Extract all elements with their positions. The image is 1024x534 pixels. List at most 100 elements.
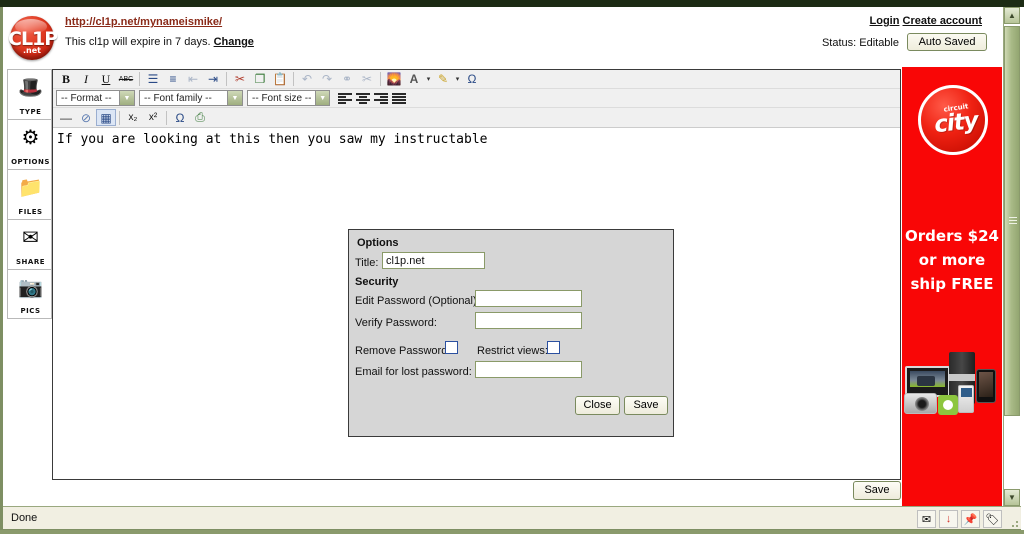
undo-icon[interactable]: ↶: [297, 71, 317, 88]
change-expiry-link[interactable]: Change: [214, 36, 254, 48]
print-icon[interactable]: ⎙: [190, 109, 210, 126]
numbered-list-icon[interactable]: ≡: [163, 71, 183, 88]
bold-icon[interactable]: B: [56, 71, 76, 88]
text-color-icon[interactable]: A: [404, 71, 424, 88]
restrict-views-checkbox[interactable]: [547, 341, 560, 354]
horizontal-rule-icon[interactable]: —: [56, 109, 76, 126]
sidebar-item-share[interactable]: ✉ SHARE: [7, 219, 52, 269]
page-scrollbar[interactable]: ▲ ▼: [1003, 7, 1020, 506]
browser-status-bar: Done ✉ ↓ 📌 🏷: [3, 506, 1021, 530]
left-sidebar: 🎩 TYPE ⚙ OPTIONS 📁 FILES ✉ SHARE 📷 PICS: [7, 69, 52, 319]
ad-line-2: or more: [918, 251, 986, 269]
highlight-dropdown-icon[interactable]: ▾: [453, 71, 462, 88]
page-viewport: CL1P .net http://cl1p.net/mynameismike/ …: [3, 7, 1009, 506]
remove-format-icon[interactable]: ⊘: [76, 109, 96, 126]
align-justify-icon[interactable]: [390, 91, 408, 106]
cut-icon[interactable]: ✂: [230, 71, 250, 88]
scroll-down-arrow-icon[interactable]: ▼: [1004, 489, 1020, 506]
camera-image: [904, 393, 937, 414]
subscript-icon[interactable]: x₂: [123, 109, 143, 126]
status-bar-text: Done: [11, 512, 38, 524]
options-dialog: Options Title: Security Edit Password (O…: [348, 229, 674, 437]
toolbar-row-extras: — ⊘ ▦ x₂ x² Ω ⎙: [53, 108, 900, 127]
indent-icon[interactable]: ⇥: [203, 71, 223, 88]
verify-password-input[interactable]: [475, 312, 582, 329]
expiry-notice: This cl1p will expire in 7 days. Change: [65, 36, 254, 48]
login-link[interactable]: Login: [870, 15, 900, 27]
edit-password-label: Edit Password (Optional):: [355, 295, 480, 307]
toolbar-separator: [119, 110, 120, 125]
copy-icon[interactable]: ❐: [250, 71, 270, 88]
dialog-save-button[interactable]: Save: [624, 396, 668, 415]
font-size-select[interactable]: -- Font size -- ▼: [247, 90, 330, 106]
sidebar-item-options[interactable]: ⚙ OPTIONS: [7, 119, 52, 169]
redo-icon[interactable]: ↷: [317, 71, 337, 88]
format-select[interactable]: -- Format -- ▼: [56, 90, 135, 106]
sidebar-item-label: SHARE: [16, 258, 45, 266]
email-lost-password-input[interactable]: [475, 361, 582, 378]
download-icon[interactable]: ↓: [939, 510, 958, 528]
tag-icon[interactable]: 🏷: [983, 510, 1002, 528]
underline-icon[interactable]: U: [96, 71, 116, 88]
sidebar-item-label: TYPE: [19, 108, 42, 116]
scrollbar-thumb[interactable]: [1004, 26, 1020, 416]
scrollbar-grip: [1009, 217, 1017, 225]
italic-icon[interactable]: I: [76, 71, 96, 88]
email-lost-password-label: Email for lost password:: [355, 366, 472, 378]
window-resize-grip[interactable]: [1008, 517, 1018, 527]
editor-body-text: If you are looking at this then you saw …: [57, 132, 488, 147]
paste-icon[interactable]: 📋: [270, 71, 290, 88]
window-bottom-border: [0, 530, 1024, 534]
rich-text-editor: B I U ABC ☰ ≡ ⇤ ⇥ ✂ ❐ 📋 ↶ ↷ ⚭ ✂ 🌄 A ▾ ✎ …: [52, 69, 901, 480]
link-icon[interactable]: ⚭: [337, 71, 357, 88]
browser-window: CL1P .net http://cl1p.net/mynameismike/ …: [0, 0, 1024, 534]
table-icon[interactable]: ▦: [96, 109, 116, 126]
omega-icon[interactable]: Ω: [170, 109, 190, 126]
format-select-value: -- Format --: [61, 92, 112, 104]
pin-icon[interactable]: 📌: [961, 510, 980, 528]
clip-url-link[interactable]: http://cl1p.net/mynameismike/: [65, 16, 222, 28]
edit-password-input[interactable]: [475, 290, 582, 307]
text-color-dropdown-icon[interactable]: ▾: [424, 71, 433, 88]
outdent-icon[interactable]: ⇤: [183, 71, 203, 88]
align-right-icon[interactable]: [372, 91, 390, 106]
sidebar-item-pics[interactable]: 📷 PICS: [7, 269, 52, 319]
alignment-group: [336, 91, 408, 106]
image-icon[interactable]: 🌄: [384, 71, 404, 88]
scrollbar-track[interactable]: [1004, 24, 1020, 489]
smartphone-image: [976, 369, 996, 403]
sidebar-item-type[interactable]: 🎩 TYPE: [7, 69, 52, 119]
ad-line-1: Orders $24: [905, 227, 999, 245]
cl1p-logo[interactable]: CL1P .net: [8, 15, 60, 61]
mail-icon[interactable]: ✉: [917, 510, 936, 528]
align-left-icon[interactable]: [336, 91, 354, 106]
highlight-color-icon[interactable]: ✎: [433, 71, 453, 88]
toolbar-separator: [226, 72, 227, 86]
dialog-close-button[interactable]: Close: [575, 396, 620, 415]
unlink-icon[interactable]: ✂: [357, 71, 377, 88]
advertisement-banner[interactable]: circuit city Orders $24 or more ship FRE…: [902, 67, 1002, 506]
editor-content-area[interactable]: If you are looking at this then you saw …: [53, 128, 900, 479]
remove-password-checkbox[interactable]: [445, 341, 458, 354]
auto-saved-button[interactable]: Auto Saved: [907, 33, 987, 51]
sidebar-item-label: FILES: [18, 208, 43, 216]
font-family-select[interactable]: -- Font family -- ▼: [139, 90, 243, 106]
title-input[interactable]: [382, 252, 485, 269]
toolbar-separator: [139, 72, 140, 86]
bullet-list-icon[interactable]: ☰: [143, 71, 163, 88]
sidebar-item-label: PICS: [20, 307, 41, 315]
title-field-label: Title:: [355, 257, 379, 269]
align-center-icon[interactable]: [354, 91, 372, 106]
ipod-nano-image: [958, 385, 974, 413]
toolbar-separator: [380, 72, 381, 86]
strikethrough-icon[interactable]: ABC: [116, 71, 136, 88]
page-save-button[interactable]: Save: [853, 481, 901, 500]
sidebar-item-files[interactable]: 📁 FILES: [7, 169, 52, 219]
sidebar-item-label: OPTIONS: [11, 158, 50, 166]
camera-icon: 📷: [18, 277, 43, 299]
scroll-up-arrow-icon[interactable]: ▲: [1004, 7, 1020, 24]
special-char-icon[interactable]: Ω: [462, 71, 482, 88]
toolbar-separator: [293, 72, 294, 86]
superscript-icon[interactable]: x²: [143, 109, 163, 126]
create-account-link[interactable]: Create account: [903, 15, 982, 27]
